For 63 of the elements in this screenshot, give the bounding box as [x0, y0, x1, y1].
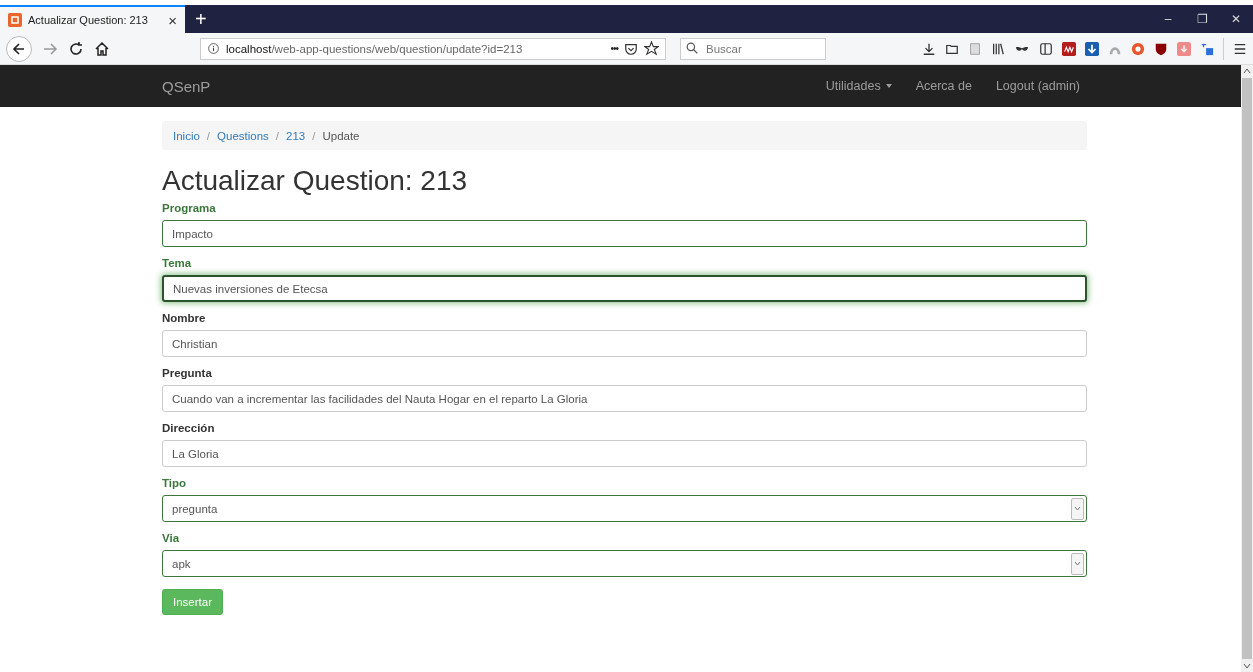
select-field[interactable]: pregunta — [162, 495, 1087, 522]
browser-tab[interactable]: Actualizar Question: 213 × — [0, 5, 185, 33]
star-icon[interactable] — [644, 41, 659, 56]
field-label: Dirección — [162, 422, 216, 434]
app-icon — [8, 13, 22, 27]
shield-icon[interactable] — [1154, 41, 1168, 56]
scroll-up-icon[interactable] — [1243, 68, 1251, 74]
download-icon[interactable] — [922, 41, 936, 56]
input-field[interactable]: Impacto — [162, 220, 1087, 247]
restore-button[interactable]: ❐ — [1185, 5, 1219, 33]
breadcrumb-current: Update — [322, 129, 360, 142]
caret-icon — [885, 84, 892, 88]
page-heading: Actualizar Question: 213 — [162, 165, 469, 197]
info-icon[interactable] — [207, 42, 220, 55]
url-text: localhost/web-app-questions/web/question/update?id=213 — [226, 42, 524, 55]
input-field[interactable]: Nuevas inversiones de Etecsa — [162, 275, 1087, 302]
nav-link[interactable]: Utilidades — [825, 79, 892, 93]
input-field[interactable]: Cuando van a incrementar las facilidades del Nauta Hogar en el reparto La Gloria — [162, 385, 1087, 412]
zigzag-icon[interactable] — [1062, 41, 1076, 56]
back-button[interactable] — [6, 35, 32, 62]
scroll-down-icon[interactable] — [1243, 663, 1251, 669]
breadcrumb-link[interactable]: Questions — [217, 129, 269, 142]
pocket-icon[interactable] — [624, 41, 638, 56]
dropdown-icon — [1071, 552, 1084, 575]
close-button[interactable]: ✕ — [1219, 5, 1253, 33]
nav-link[interactable]: Acerca de — [915, 79, 972, 93]
new-tab-button[interactable]: + — [185, 5, 217, 33]
field-label: Tipo — [162, 477, 188, 489]
download-arrow-icon[interactable] — [1085, 41, 1099, 56]
breadcrumb-link[interactable]: 213 — [286, 129, 306, 142]
sidebar-icon[interactable] — [1039, 41, 1053, 56]
select-field[interactable]: apk — [162, 550, 1087, 577]
breadcrumb-separator: / — [274, 129, 281, 142]
breadcrumb-link[interactable]: Inicio — [173, 129, 200, 142]
field-label: Via — [162, 532, 181, 544]
dropdown-icon — [1071, 497, 1084, 520]
back-arrow-icon — [12, 41, 26, 56]
brand-link[interactable]: QSenP — [162, 77, 211, 95]
forward-icon[interactable] — [42, 40, 58, 57]
scrollbar[interactable] — [1241, 65, 1253, 672]
field-label: Nombre — [162, 312, 207, 324]
input-field[interactable]: Christian — [162, 330, 1087, 357]
tab-close-button[interactable]: × — [168, 11, 177, 29]
menu-icon[interactable] — [1233, 41, 1247, 56]
address-bar[interactable]: localhost/web-app-questions/web/question/update?id=213 ••• — [200, 37, 666, 60]
breadcrumb-separator: / — [311, 129, 317, 142]
ring-icon[interactable] — [1131, 41, 1145, 56]
input-field[interactable]: La Gloria — [162, 440, 1087, 467]
reload-icon[interactable] — [68, 40, 84, 57]
library-icon[interactable] — [991, 41, 1005, 56]
breadcrumb-separator: / — [205, 129, 212, 142]
tab-title: Actualizar Question: 213 — [28, 14, 149, 26]
field-label: Pregunta — [162, 367, 213, 379]
page-actions-button[interactable]: ••• — [610, 43, 618, 54]
minimize-button[interactable]: – — [1151, 5, 1185, 33]
translate-icon[interactable] — [1200, 41, 1214, 56]
scroll-thumb[interactable] — [1242, 78, 1252, 659]
search-field[interactable]: Buscar — [680, 37, 826, 60]
field-label: Tema — [162, 257, 193, 269]
home-icon[interactable] — [94, 40, 110, 57]
field-label: Programa — [162, 202, 217, 214]
nav-link[interactable]: Logout (admin) — [995, 79, 1080, 93]
search-icon[interactable] — [686, 41, 699, 55]
